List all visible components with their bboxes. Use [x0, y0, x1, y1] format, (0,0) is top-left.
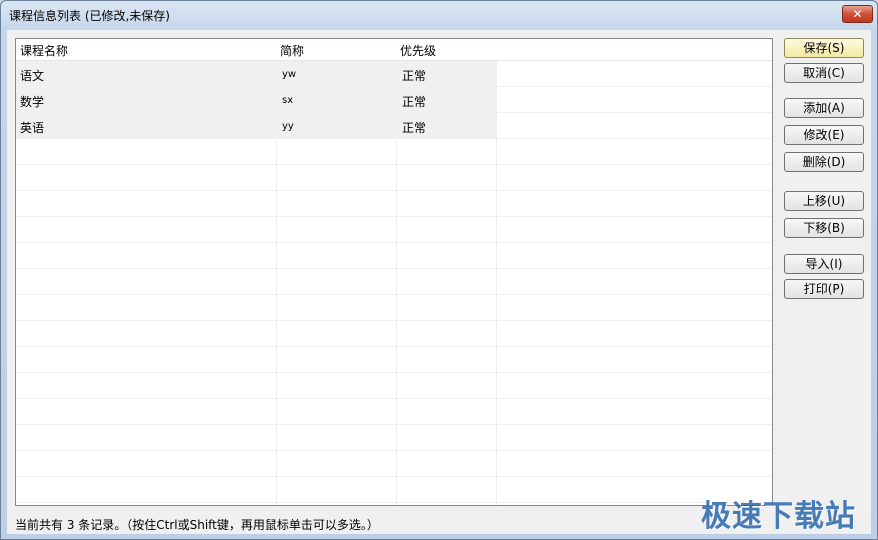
empty-row — [16, 217, 772, 243]
title-bar[interactable]: 课程信息列表 (已修改,未保存) ✕ — [1, 1, 877, 29]
edit-button[interactable]: 修改(E) — [784, 125, 864, 145]
empty-row — [16, 347, 772, 373]
dialog-window: 课程信息列表 (已修改,未保存) ✕ 课程名称 简称 优先级 语文 yw 正常 — [0, 0, 878, 540]
empty-row — [16, 451, 772, 477]
empty-row — [16, 191, 772, 217]
empty-row — [16, 139, 772, 165]
empty-row — [16, 165, 772, 191]
cell-abbr: yw — [282, 69, 297, 80]
window-title: 课程信息列表 (已修改,未保存) — [9, 9, 170, 23]
empty-row — [16, 295, 772, 321]
cell-course-name: 英语 — [20, 121, 45, 135]
column-header-abbr[interactable]: 简称 — [280, 42, 304, 59]
add-button[interactable]: 添加(A) — [784, 98, 864, 118]
table-row[interactable]: 数学 sx 正常 — [16, 87, 772, 113]
empty-row — [16, 373, 772, 399]
cell-priority: 正常 — [402, 121, 427, 135]
cell-course-name: 数学 — [20, 95, 45, 109]
cell-priority: 正常 — [402, 95, 427, 109]
cell-abbr: yy — [282, 121, 294, 132]
empty-row — [16, 425, 772, 451]
cell-priority: 正常 — [402, 69, 427, 83]
cancel-button[interactable]: 取消(C) — [784, 63, 864, 83]
grid-header: 课程名称 简称 优先级 — [16, 39, 772, 61]
import-button[interactable]: 导入(I) — [784, 254, 864, 274]
status-bar-text: 当前共有 3 条记录。（按住Ctrl或Shift键，再用鼠标单击可以多选。） — [15, 518, 379, 532]
column-header-name[interactable]: 课程名称 — [20, 42, 68, 59]
dialog-client-area: 课程名称 简称 优先级 语文 yw 正常 数学 sx 正常 英语 yy 正常 保… — [7, 30, 871, 534]
cell-abbr: sx — [282, 95, 294, 106]
move-down-button[interactable]: 下移(B) — [784, 218, 864, 238]
close-icon: ✕ — [852, 7, 863, 21]
save-button[interactable]: 保存(S) — [784, 38, 864, 58]
watermark-logo: 极速下载站 — [701, 499, 856, 534]
close-button[interactable]: ✕ — [842, 5, 873, 23]
move-up-button[interactable]: 上移(U) — [784, 191, 864, 211]
empty-row — [16, 243, 772, 269]
empty-row — [16, 399, 772, 425]
cell-course-name: 语文 — [20, 69, 45, 83]
column-header-priority[interactable]: 优先级 — [400, 42, 436, 59]
print-button[interactable]: 打印(P) — [784, 279, 864, 299]
table-row[interactable]: 英语 yy 正常 — [16, 113, 772, 139]
empty-row — [16, 477, 772, 503]
table-row[interactable]: 语文 yw 正常 — [16, 61, 772, 87]
empty-row — [16, 269, 772, 295]
delete-button[interactable]: 删除(D) — [784, 152, 864, 172]
empty-row — [16, 321, 772, 347]
course-list-grid[interactable]: 课程名称 简称 优先级 语文 yw 正常 数学 sx 正常 英语 yy 正常 — [15, 38, 773, 506]
